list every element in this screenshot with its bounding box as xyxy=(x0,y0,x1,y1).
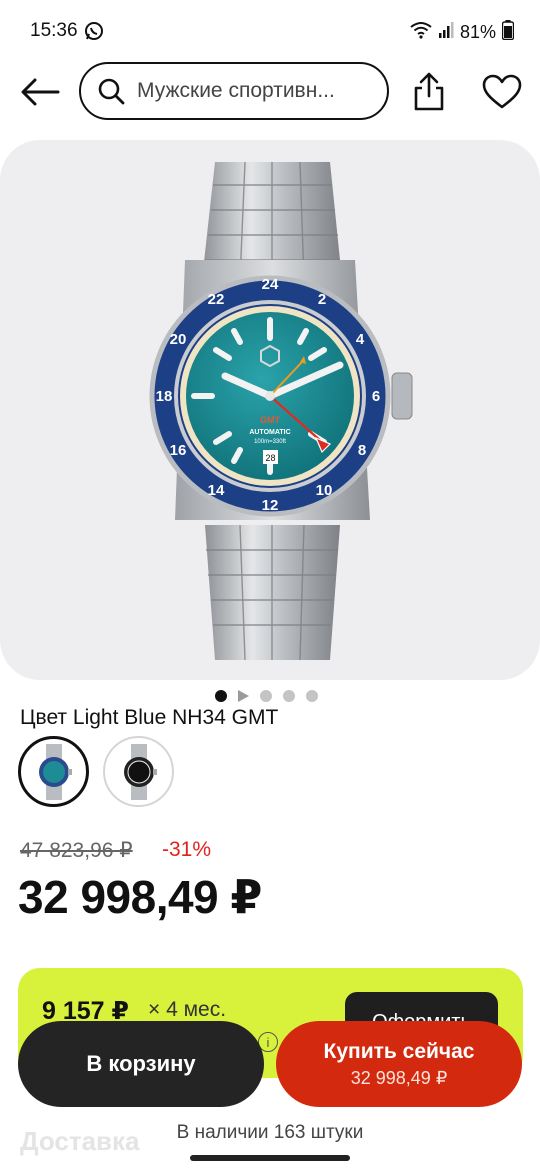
battery-percent: 81% xyxy=(459,22,496,42)
svg-text:AUTOMATIC: AUTOMATIC xyxy=(249,429,290,436)
stock-text: В наличии 163 штуки xyxy=(176,1122,364,1143)
back-arrow-icon xyxy=(21,78,60,106)
variant-black[interactable] xyxy=(103,736,174,807)
svg-text:28: 28 xyxy=(265,453,275,463)
svg-text:12: 12 xyxy=(262,497,279,514)
svg-text:4: 4 xyxy=(356,331,365,348)
buy-now-price: 32 998,49 ₽ xyxy=(350,1067,448,1088)
wifi-icon xyxy=(410,21,432,44)
top-bar xyxy=(0,62,540,124)
search-input[interactable] xyxy=(137,79,369,103)
svg-text:16: 16 xyxy=(170,442,187,459)
watch-image: 24 2 4 6 8 10 12 14 16 18 20 22 GMT AUTO… xyxy=(149,161,413,661)
lower-bracelet xyxy=(205,524,340,661)
svg-text:22: 22 xyxy=(208,291,225,308)
add-to-cart-button[interactable]: В корзину xyxy=(18,1021,264,1107)
gallery-dot[interactable] xyxy=(260,690,272,702)
gallery-pagination[interactable] xyxy=(215,690,318,702)
color-label: Цвет Light Blue NH34 GMT xyxy=(20,706,279,729)
signal-icon xyxy=(438,22,454,43)
video-play-icon[interactable] xyxy=(238,690,249,702)
svg-text:GMT: GMT xyxy=(260,415,280,425)
svg-text:6: 6 xyxy=(372,388,380,405)
svg-text:14: 14 xyxy=(208,482,225,499)
svg-text:2: 2 xyxy=(318,291,326,308)
variant-thumbnail xyxy=(123,743,157,800)
status-bar: 15:36 81% xyxy=(0,0,540,62)
battery-icon xyxy=(501,20,515,45)
variant-thumbnail xyxy=(38,743,72,800)
old-price: 47 823,96 ₽ xyxy=(20,839,133,862)
svg-text:10: 10 xyxy=(316,482,333,499)
svg-text:20: 20 xyxy=(170,331,187,348)
gallery-dot-active[interactable] xyxy=(215,690,227,702)
back-button[interactable] xyxy=(18,72,62,112)
share-button[interactable] xyxy=(407,70,451,114)
svg-text:8: 8 xyxy=(358,442,366,459)
share-icon xyxy=(414,72,444,111)
search-icon xyxy=(98,78,125,105)
status-indicators: 81% xyxy=(410,20,515,45)
heart-icon xyxy=(482,74,522,109)
search-box[interactable] xyxy=(79,62,389,120)
current-price: 32 998,49 ₽ xyxy=(18,871,262,923)
discount-badge: -31% xyxy=(162,838,212,861)
whatsapp-icon xyxy=(84,21,104,46)
gallery-dot[interactable] xyxy=(306,690,318,702)
svg-text:18: 18 xyxy=(156,388,173,405)
buy-now-button[interactable]: Купить сейчас 32 998,49 ₽ xyxy=(276,1021,522,1107)
home-indicator[interactable] xyxy=(190,1155,350,1161)
buy-now-label: Купить сейчас xyxy=(323,1039,475,1063)
svg-text:24: 24 xyxy=(262,276,279,293)
installment-months: × 4 мес. xyxy=(148,998,227,1021)
product-gallery[interactable]: 24 2 4 6 8 10 12 14 16 18 20 22 GMT AUTO… xyxy=(0,140,540,680)
gallery-dot[interactable] xyxy=(283,690,295,702)
favorite-button[interactable] xyxy=(478,70,526,114)
svg-text:100m=330ft: 100m=330ft xyxy=(254,439,286,445)
status-time: 15:36 xyxy=(30,20,78,41)
variant-light-blue[interactable] xyxy=(18,736,89,807)
